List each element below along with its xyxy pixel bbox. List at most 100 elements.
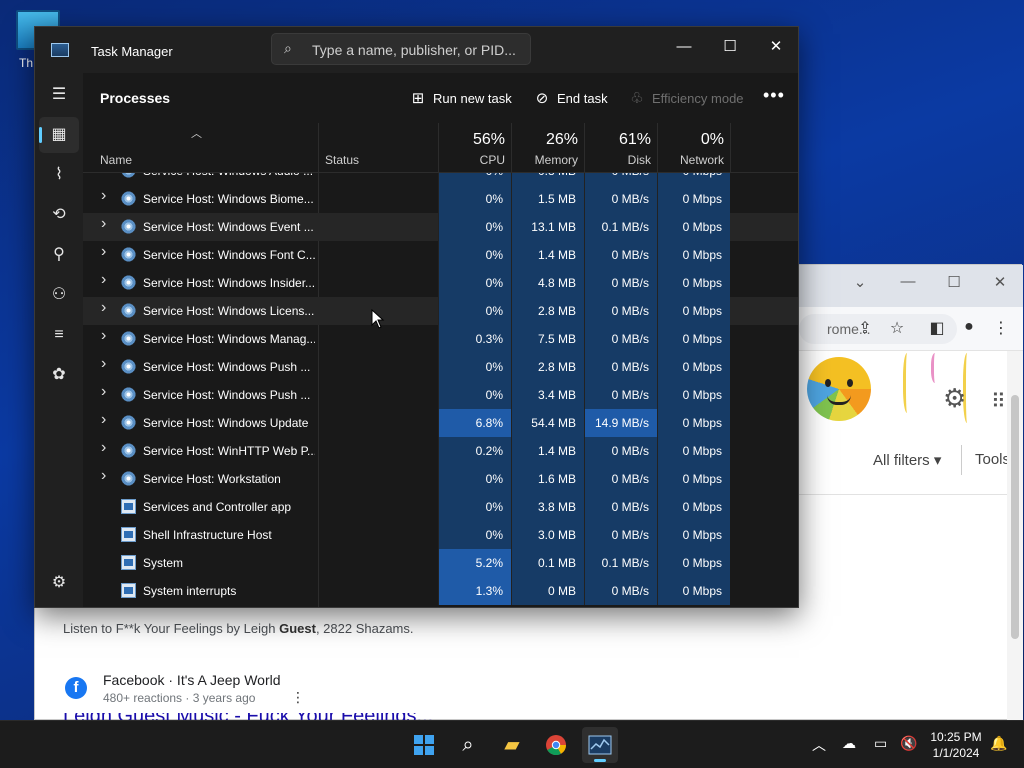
process-memory-cell: 1.4 MB [511, 241, 584, 269]
column-header-memory[interactable]: 26% Memory [511, 123, 584, 173]
chrome-menu-icon[interactable]: ⋮ [989, 318, 1013, 338]
google-doodle[interactable] [807, 357, 871, 421]
network-disconnected-icon[interactable]: ☁ [842, 735, 856, 752]
expand-chevron-icon[interactable]: › [101, 411, 106, 429]
mouse-cursor-icon [371, 309, 385, 329]
expand-chevron-icon[interactable]: › [101, 299, 106, 317]
process-name: Service Host: Windows Update [143, 416, 309, 430]
nav-app-history-icon[interactable]: ⟲ [39, 197, 79, 233]
result-more-options-icon[interactable]: ⋮ [291, 689, 305, 706]
nav-services-icon[interactable]: ✿ [39, 357, 79, 393]
chrome-close-button[interactable]: ✕ [977, 273, 1023, 291]
process-memory-cell: 2.8 MB [511, 353, 584, 381]
side-panel-icon[interactable]: ◧ [925, 318, 949, 338]
result-source[interactable]: Facebook · It's A Jeep World [103, 672, 281, 688]
tab-search-chevron-icon[interactable]: ⌄ [837, 273, 883, 291]
process-search-input[interactable] [312, 40, 522, 60]
column-header-cpu[interactable]: 56% CPU [438, 123, 511, 173]
all-filters-button[interactable]: All filters ▾ [873, 451, 941, 469]
chrome-scrollbar[interactable] [1007, 351, 1023, 721]
column-header-name[interactable]: Name [100, 153, 132, 167]
column-header-network[interactable]: 0% Network [657, 123, 730, 173]
process-search-box[interactable]: ⌕ [271, 33, 531, 65]
process-row[interactable]: System 5.2% 0.1 MB 0.1 MB/s 0 Mbps [83, 549, 798, 577]
expand-chevron-icon[interactable]: › [101, 439, 106, 457]
process-row[interactable]: Services and Controller app 0% 3.8 MB 0 MB/… [83, 493, 798, 521]
minimize-button[interactable]: — [661, 32, 707, 62]
process-row[interactable]: › Service Host: WinHTTP Web P... 0.2% 1.4 M… [83, 437, 798, 465]
display-icon[interactable]: ▭ [874, 735, 887, 752]
more-options-icon[interactable]: ••• [763, 85, 785, 106]
tools-button[interactable]: Tools [975, 451, 1010, 468]
task-manager-taskbar-icon[interactable] [582, 727, 618, 763]
filters-divider [797, 494, 1007, 495]
settings-gear-icon[interactable]: ⚙ [943, 383, 966, 414]
streamer-decoration [903, 353, 913, 413]
efficiency-mode-button[interactable]: ♧ Efficiency mode [628, 89, 743, 107]
task-manager-titlebar[interactable]: Task Manager ⌕ — ☐ ✕ [35, 27, 798, 73]
start-button[interactable] [406, 727, 442, 763]
profile-avatar-icon[interactable]: ● [957, 318, 981, 336]
chrome-minimize-button[interactable]: — [885, 273, 931, 290]
volume-muted-icon[interactable]: 🔇 [900, 735, 917, 752]
process-row[interactable]: › Service Host: Workstation 0% 1.6 MB 0 MB/s… [83, 465, 798, 493]
process-network-cell: 0 Mbps [657, 493, 730, 521]
expand-chevron-icon[interactable]: › [101, 327, 106, 345]
nav-performance-icon[interactable]: ⌇ [39, 157, 79, 193]
process-memory-cell: 3.0 MB [511, 521, 584, 549]
expand-chevron-icon[interactable]: › [101, 187, 106, 205]
process-row[interactable]: › Service Host: Windows Insider... 0% 4.8 M… [83, 269, 798, 297]
chrome-taskbar-icon[interactable] [538, 727, 574, 763]
expand-chevron-icon[interactable]: › [101, 173, 106, 177]
process-row[interactable]: › Service Host: Windows Font C... 0% 1.4 MB… [83, 241, 798, 269]
google-apps-icon[interactable]: ⠿ [991, 389, 1006, 414]
nav-settings-gear-icon[interactable]: ⚙ [39, 565, 79, 601]
nav-details-icon[interactable]: ≡ [39, 317, 79, 353]
expand-chevron-icon[interactable]: › [101, 383, 106, 401]
process-row[interactable]: › Service Host: Windows Biome... 0% 1.5 MB 0… [83, 185, 798, 213]
chrome-maximize-button[interactable]: ☐ [931, 273, 977, 291]
file-explorer-icon[interactable]: ▰ [494, 727, 530, 763]
notifications-bell-icon[interactable]: 🔔 [990, 735, 1007, 752]
process-row[interactable]: › Service Host: Windows Licens... 0% 2.8 MB… [83, 297, 798, 325]
expand-chevron-icon[interactable]: › [101, 243, 106, 261]
search-taskbar-icon[interactable]: ⌕ [450, 727, 486, 763]
nav-processes-icon[interactable]: ▦ [39, 117, 79, 153]
expand-chevron-icon[interactable]: › [101, 215, 106, 233]
process-row[interactable]: › Service Host: Windows Push ... 0% 2.8 MB 0… [83, 353, 798, 381]
process-row[interactable]: › Service Host: Windows Audio ... 0%0.8 MB… [83, 173, 798, 185]
share-icon[interactable]: ⇪ [853, 318, 877, 338]
nav-users-icon[interactable]: ⚇ [39, 277, 79, 313]
chrome-scrollbar-thumb[interactable] [1011, 395, 1019, 639]
task-manager-window: Task Manager ⌕ — ☐ ✕ ☰ ▦ ⌇ ⟲ ⚲ ⚇ ≡ ✿ ⚙ P… [34, 26, 799, 608]
process-cpu-cell: 1.3% [438, 577, 511, 605]
process-cpu-cell: 0% [438, 269, 511, 297]
process-row[interactable]: Shell Infrastructure Host 0% 3.0 MB 0 MB/s 0… [83, 521, 798, 549]
process-row[interactable]: › Service Host: Windows Push ... 0% 3.4 MB 0… [83, 381, 798, 409]
process-name: Service Host: Workstation [143, 472, 281, 486]
process-row[interactable]: System interrupts 1.3% 0 MB 0 MB/s 0 Mbps [83, 577, 798, 605]
process-name: Service Host: Windows Biome... [143, 192, 314, 206]
maximize-button[interactable]: ☐ [707, 32, 753, 62]
expand-chevron-icon[interactable]: › [101, 355, 106, 373]
system-clock[interactable]: 10:25 PM 1/1/2024 [924, 729, 988, 761]
show-hidden-icons-chevron-icon[interactable]: ︿ [812, 735, 826, 755]
column-header-status[interactable]: Status [325, 153, 359, 167]
process-row[interactable]: › Service Host: Windows Update 6.8% 54.4 MB… [83, 409, 798, 437]
process-name: Shell Infrastructure Host [143, 528, 272, 542]
column-header-disk[interactable]: 61% Disk [584, 123, 657, 173]
process-network-cell: 0 Mbps [657, 353, 730, 381]
process-row[interactable]: › Service Host: Windows Manag... 0.3% 7.5 M… [83, 325, 798, 353]
process-network-cell: 0 Mbps [657, 521, 730, 549]
expand-chevron-icon[interactable]: › [101, 467, 106, 485]
hamburger-menu-icon[interactable]: ☰ [39, 77, 79, 113]
filter-divider [961, 445, 962, 475]
expand-chevron-icon[interactable]: › [101, 271, 106, 289]
close-button[interactable]: ✕ [753, 32, 798, 62]
nav-startup-apps-icon[interactable]: ⚲ [39, 237, 79, 273]
doodle-eyes [825, 379, 853, 387]
bookmark-star-icon[interactable]: ☆ [885, 318, 909, 338]
run-new-task-button[interactable]: ⊞ Run new task [409, 89, 512, 107]
process-row[interactable]: › Service Host: Windows Event ... 0% 13.1 M… [83, 213, 798, 241]
end-task-button[interactable]: ⊘ End task [533, 89, 608, 107]
